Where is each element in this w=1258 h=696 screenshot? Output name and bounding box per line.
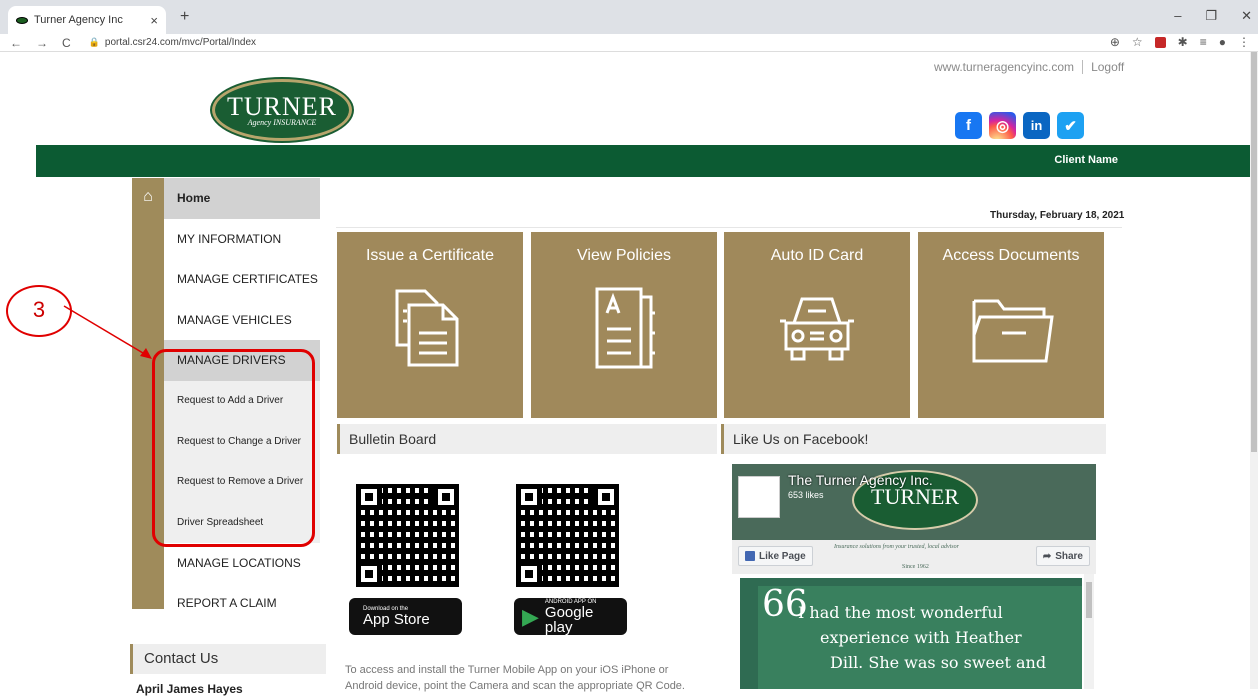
pdf-extension-icon[interactable] [1154,36,1166,48]
logo-wordmark: TURNER [227,91,337,121]
tile-label: Access Documents [942,247,1080,264]
post-line: I had the most wonderful [798,603,1003,622]
sidebar-item-my-information[interactable]: MY INFORMATION [164,218,320,259]
browser-tab-strip: Turner Agency Inc × + – ❐ ✕ [0,0,1258,34]
facebook-post[interactable]: 66 I had the most wonderful experience w… [740,578,1082,689]
google-play-icon: ▶ [522,603,539,629]
link-divider [1082,60,1084,74]
android-qr-code [516,484,619,587]
tile-auto-id-card[interactable]: Auto ID Card [724,232,910,418]
app-store-badge[interactable]: Download on the App Store [349,598,462,635]
current-date: Thursday, February 18, 2021 [990,210,1125,221]
like-page-label: Like Page [759,550,806,562]
logo-subtitle: Agency INSURANCE [247,117,317,127]
post-line: Dill. She was so sweet and [830,653,1047,672]
page-scrollbar[interactable] [1250,52,1258,689]
car-icon [780,297,854,361]
app-instructions: To access and install the Turner Mobile … [345,664,685,692]
bulletin-board-heading: Bulletin Board [337,424,717,454]
cover-since: Since 1962 [902,564,929,570]
quote-mark: 66 [762,584,808,625]
browser-tools: ⊕ ☆ ✱ ≡ ● ⋮ [1110,35,1250,49]
annotation-arrow [63,305,152,359]
facebook-square-icon [745,551,755,561]
social-links: f ◎ in ✔ [955,112,1084,139]
tab-close-icon[interactable]: × [150,13,158,28]
policy-document-icon [595,287,655,369]
reload-icon[interactable]: C [62,36,71,50]
browser-tab[interactable]: Turner Agency Inc × [8,6,166,34]
restore-button[interactable]: ❐ [1205,8,1217,24]
facebook-page-name[interactable]: The Turner Agency Inc. [788,472,933,488]
page-content: TURNER Agency INSURANCE www.turneragency… [0,52,1258,696]
certificate-icon [395,289,459,367]
tile-access-documents[interactable]: Access Documents [918,232,1104,418]
page-avatar[interactable] [738,476,780,518]
contact-name: April James Hayes [136,682,243,696]
tab-title: Turner Agency Inc [34,14,123,26]
sidebar-item-manage-vehicles[interactable]: MANAGE VEHICLES [164,299,320,340]
facebook-widget: TURNER The Turner Agency Inc. 653 likes … [732,464,1096,689]
header-links: www.turneragencyinc.com Logoff [934,60,1124,74]
tile-issue-certificate[interactable]: Issue a Certificate [337,232,523,418]
share-arrow-icon: ➦ [1042,550,1052,562]
facebook-heading: Like Us on Facebook! [721,424,1106,454]
google-play-name: Google play [544,603,594,636]
tile-label: View Policies [577,247,671,264]
like-page-button[interactable]: Like Page [738,546,813,566]
reading-list-icon[interactable]: ≡ [1200,35,1207,49]
sidebar-item-report-claim[interactable]: REPORT A CLAIM [164,583,320,624]
bookmark-star-icon[interactable]: ☆ [1132,35,1143,49]
lock-icon: 🔒 [88,37,100,47]
post-quote: 66 I had the most wonderful experience w… [758,586,1082,689]
window-controls: – ❐ ✕ [1174,8,1252,24]
zoom-icon[interactable]: ⊕ [1110,35,1120,49]
facebook-likes: 653 likes [788,490,824,500]
client-name: Client Name [1054,154,1118,166]
sidebar-item-manage-locations[interactable]: MANAGE LOCATIONS [164,542,320,583]
tile-label: Auto ID Card [770,247,864,264]
favicon-icon [16,16,28,24]
facebook-scrollbar[interactable] [1084,574,1094,689]
url-field[interactable]: 🔒 portal.csr24.com/mvc/Portal/Index [89,37,256,48]
forward-icon[interactable]: → [36,36,48,50]
close-window-button[interactable]: ✕ [1241,8,1252,24]
extensions-icon[interactable]: ✱ [1178,35,1188,49]
ios-qr-code [356,484,459,587]
annotation-highlight-box [152,349,315,547]
share-label: Share [1055,550,1083,562]
profile-icon[interactable]: ● [1219,35,1226,49]
back-icon[interactable]: ← [10,36,22,50]
sidebar-item-home[interactable]: Home [164,178,320,219]
tile-label: Issue a Certificate [365,247,495,264]
page-scrollbar-thumb[interactable] [1251,52,1257,452]
folder-icon [972,299,1054,363]
facebook-cover: TURNER The Turner Agency Inc. 653 likes … [732,464,1096,574]
turner-logo[interactable]: TURNER Agency INSURANCE [212,79,352,141]
scrollbar-thumb[interactable] [1086,582,1092,618]
date-divider [336,227,1122,228]
cover-tagline: Insurance solutions from your trusted, l… [834,544,959,550]
linkedin-icon[interactable]: in [1023,112,1050,139]
home-icon[interactable]: ⌂ [137,188,159,210]
header-bar: Client Name [36,145,1252,177]
twitter-icon[interactable]: ✔ [1057,112,1084,139]
minimize-button[interactable]: – [1174,8,1181,24]
address-bar: ← → C 🔒 portal.csr24.com/mvc/Portal/Inde… [0,34,1258,52]
new-tab-button[interactable]: + [180,8,189,26]
facebook-icon[interactable]: f [955,112,982,139]
browser-menu-icon[interactable]: ⋮ [1238,35,1250,49]
website-link[interactable]: www.turneragencyinc.com [934,60,1074,74]
tile-view-policies[interactable]: View Policies [531,232,717,418]
logoff-link[interactable]: Logoff [1091,60,1124,74]
post-line: experience with Heather [820,628,1022,647]
google-play-badge[interactable]: ▶ ANDROID APP ON Google play [514,598,627,635]
contact-us-heading: Contact Us [130,644,326,674]
app-store-name: App Store [363,611,430,628]
sidebar-item-manage-certificates[interactable]: MANAGE CERTIFICATES [164,259,320,300]
nav-buttons: ← → C [10,36,71,50]
share-button[interactable]: ➦ Share [1035,546,1090,566]
instagram-icon[interactable]: ◎ [989,112,1016,139]
url-text: portal.csr24.com/mvc/Portal/Index [104,37,257,48]
